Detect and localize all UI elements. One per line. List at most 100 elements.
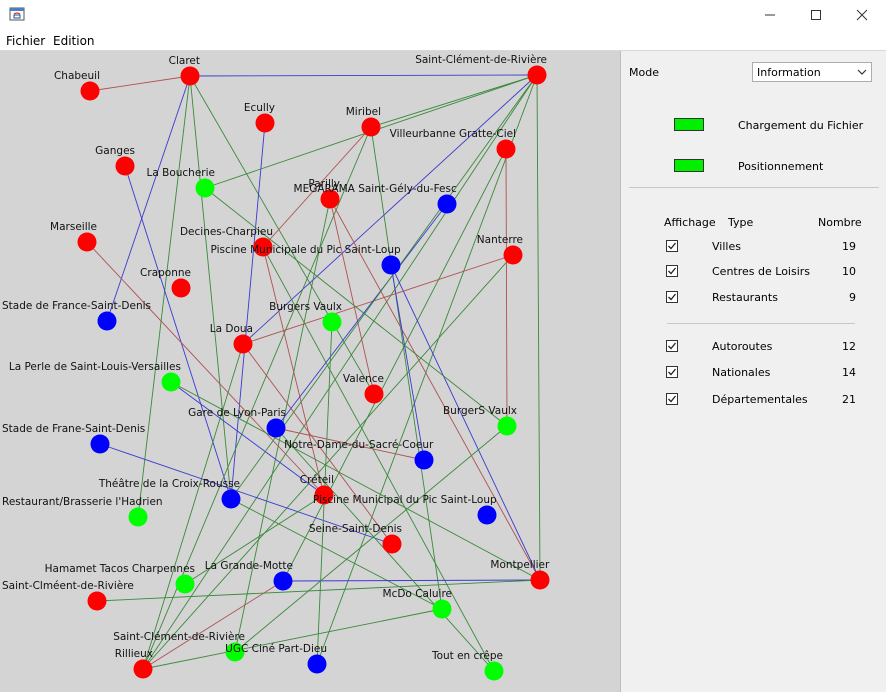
count-value: 12: [842, 340, 856, 353]
node-perle[interactable]: [161, 372, 181, 392]
node-megarama[interactable]: [437, 194, 457, 214]
node-piscine2[interactable]: [477, 505, 497, 525]
node-label: Piscine Municipale du Pic Saint-Loup: [210, 244, 401, 256]
node-ssd[interactable]: [382, 534, 402, 554]
node-garelyon[interactable]: [266, 418, 286, 438]
node-stade2[interactable]: [90, 434, 110, 454]
load-status-indicator: [674, 118, 704, 131]
node-ganges[interactable]: [115, 156, 135, 176]
node-label: Saint-Clément-de-Rivière: [113, 631, 245, 643]
node-label: Rillieux: [115, 648, 153, 660]
node-label: Gare de Lyon-Paris: [188, 407, 286, 419]
node-label: Saint-Clément-de-Rivière: [415, 54, 547, 66]
edge-nationale: [242, 254, 514, 345]
check-icon: [668, 242, 677, 250]
node-grandemotte[interactable]: [273, 571, 293, 591]
node-burgers1[interactable]: [322, 312, 342, 332]
checkbox-restaurants[interactable]: [666, 291, 678, 303]
node-label: Nanterre: [477, 234, 523, 246]
node-scr2[interactable]: [87, 591, 107, 611]
edge-autoroute: [275, 203, 448, 429]
checkbox-d-partementales[interactable]: [666, 393, 678, 405]
count-value: 14: [842, 366, 856, 379]
menu-edition[interactable]: Edition: [53, 34, 95, 48]
edge-departementale: [316, 74, 538, 665]
divider: [629, 187, 879, 188]
edge-departementale: [204, 187, 508, 427]
divider: [667, 323, 855, 324]
close-button[interactable]: [839, 0, 885, 30]
menu-fichier[interactable]: Fichier: [6, 34, 45, 48]
node-montpellier[interactable]: [530, 570, 550, 590]
node-villeurbanne[interactable]: [496, 139, 516, 159]
node-craponne[interactable]: [171, 278, 191, 298]
node-label: Théâtre de la Croix-Rousse: [98, 478, 240, 490]
edge-autoroute: [189, 74, 538, 77]
header-affichage: Affichage: [664, 216, 716, 229]
node-piscine1[interactable]: [381, 255, 401, 275]
check-icon: [668, 342, 677, 350]
edge-departementale: [370, 74, 538, 128]
node-label: Notre-Dame-du-Sacré-Coeur: [284, 439, 434, 451]
node-rillieux[interactable]: [133, 659, 153, 679]
node-label: MEGARAMA Saint-Gély-du-Fesc: [294, 183, 457, 195]
edge-nationale: [329, 198, 375, 395]
node-label: La Grande-Motte: [205, 560, 293, 572]
node-boucherie[interactable]: [195, 178, 215, 198]
edge-autoroute: [390, 264, 541, 581]
type-label: Autoroutes: [712, 340, 773, 353]
node-ugc[interactable]: [307, 654, 327, 674]
node-label: Stade de Frane-Saint-Denis: [2, 423, 145, 435]
chevron-down-icon: [857, 69, 867, 75]
graph-svg: Claret Chabeuil Saint-Clément-de-Rivière Ec…: [2, 54, 550, 681]
node-label: Miribel: [346, 106, 381, 118]
node-chabeuil[interactable]: [80, 81, 100, 101]
mode-select[interactable]: Information: [752, 62, 872, 82]
node-mcdo[interactable]: [432, 599, 452, 619]
node-theatre[interactable]: [221, 489, 241, 509]
node-hadrien[interactable]: [128, 507, 148, 527]
close-icon: [856, 9, 868, 21]
node-label: Montpellier: [490, 559, 550, 571]
checkbox-nationales[interactable]: [666, 366, 678, 378]
node-label: Ecully: [244, 102, 275, 114]
minimize-icon: [765, 14, 775, 16]
node-valence[interactable]: [364, 384, 384, 404]
node-ladoua[interactable]: [233, 334, 253, 354]
header-type: Type: [728, 216, 754, 229]
node-label: BurgerS Vaulx: [443, 405, 517, 417]
type-label: Nationales: [712, 366, 771, 379]
node-notredame[interactable]: [414, 450, 434, 470]
graph-canvas[interactable]: Claret Chabeuil Saint-Clément-de-Rivière Ec…: [0, 51, 621, 692]
checkbox-autoroutes[interactable]: [666, 340, 678, 352]
type-label: Départementales: [712, 393, 808, 406]
edge-departementale: [370, 126, 443, 610]
checkbox-centres-de-loisirs[interactable]: [666, 265, 678, 277]
check-icon: [668, 267, 677, 275]
node-label: La Perle de Saint-Louis-Versailles: [9, 361, 181, 373]
mode-label: Mode: [629, 66, 659, 79]
node-burgers2[interactable]: [497, 416, 517, 436]
node-stade1[interactable]: [97, 311, 117, 331]
node-marseille[interactable]: [77, 232, 97, 252]
maximize-button[interactable]: [793, 0, 839, 30]
node-label: Hamamet Tacos Charpennes: [45, 563, 195, 575]
edge-departementale: [536, 74, 541, 581]
mode-value: Information: [757, 66, 821, 79]
node-miribel[interactable]: [361, 117, 381, 137]
node-label: McDo Caluire: [383, 588, 452, 600]
check-icon: [668, 395, 677, 403]
node-label: Seine-Saint-Denis: [309, 523, 402, 535]
node-label: Créteil: [300, 474, 334, 486]
node-label: Decines-Charpieu: [180, 226, 273, 238]
check-icon: [668, 368, 677, 376]
checkbox-villes[interactable]: [666, 240, 678, 252]
node-claret[interactable]: [180, 66, 200, 86]
node-label: Tout en crêpe: [431, 650, 503, 662]
node-hamamet[interactable]: [175, 574, 195, 594]
minimize-button[interactable]: [747, 0, 793, 30]
node-nanterre[interactable]: [503, 245, 523, 265]
node-ecully[interactable]: [255, 113, 275, 133]
node-scr1[interactable]: [527, 65, 547, 85]
node-toutencrepe[interactable]: [484, 661, 504, 681]
